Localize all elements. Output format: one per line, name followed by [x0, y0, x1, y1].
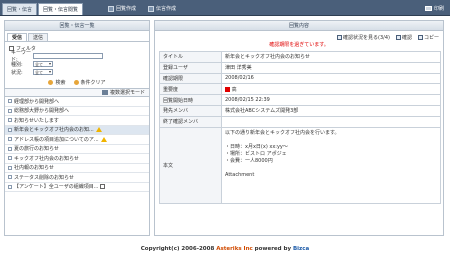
confirm-button[interactable]: 確認	[395, 34, 412, 41]
field-value: 2008/02/15 22:39	[221, 94, 441, 106]
unread-icon	[8, 156, 12, 161]
top-toolbar: 回覧・伝言 回覧・伝言閲覧 回覧作成 伝言作成 印刷	[0, 0, 450, 16]
unread-icon	[8, 146, 12, 151]
view-confirm-status-button[interactable]: 確認状況を見る(3/4)	[337, 34, 390, 41]
list-item[interactable]: お知らせいたします	[5, 116, 149, 126]
search-button[interactable]: 検索	[48, 79, 66, 86]
status-icon	[337, 34, 343, 40]
checkbox-icon	[100, 184, 106, 190]
status-select[interactable]: 全て	[33, 69, 53, 75]
field-value: 株式会社ABCシステムズ開発3部	[221, 104, 441, 117]
clear-icon	[73, 79, 79, 85]
copyright-text: Copyright(c) 2006-2008	[140, 246, 217, 252]
printer-icon	[424, 6, 432, 11]
copy-icon	[417, 34, 423, 40]
detail-panel: 回覧内容 確認状況を見る(3/4) 確認 コピー 確認期限を過ぎています。 タイ…	[154, 20, 444, 236]
body-text: 以下の通り新年会とキックオフ社内会を行います。 ・日時：x月x日(x) xx:y…	[225, 129, 340, 178]
unread-icon	[8, 99, 12, 104]
search-icon	[48, 79, 54, 85]
type-label: 種別:	[11, 61, 23, 68]
check-icon	[395, 34, 401, 40]
unread-icon	[8, 165, 12, 170]
company-link[interactable]: Asteriks Inc	[216, 246, 253, 252]
tab-circular[interactable]: 回覧・伝言	[2, 3, 38, 15]
field-label: 登録ユーザ	[159, 61, 222, 74]
field-label: タイトル	[159, 51, 222, 63]
field-label: 回覧開始日時	[159, 94, 222, 106]
list-panel: 回覧・伝言一覧 受信 送信 フィルタ キーワード: 種別: 全て 状況: 全て …	[4, 20, 150, 236]
priority-value: 高	[221, 83, 441, 96]
overdue-alert: 確認期限を過ぎています。	[269, 42, 329, 48]
powered-by-text: powered by	[252, 246, 293, 252]
list-panel-title: 回覧・伝言一覧	[5, 21, 149, 31]
status-label: 状況:	[11, 69, 23, 76]
list-subtabs: 受信 送信	[5, 33, 149, 42]
unread-icon	[8, 118, 12, 123]
new-document-icon	[108, 5, 114, 12]
field-value: 2008/02/16	[221, 72, 441, 85]
list-item-selected[interactable]: 新年会とキックオフ社内会のお知...	[5, 125, 149, 135]
footer: Copyright(c) 2006-2008 Asteriks Inc powe…	[0, 246, 450, 252]
multi-select-icon	[101, 90, 108, 95]
field-label: 終了確認メンバ	[159, 115, 222, 128]
create-circular-button[interactable]: 回覧作成	[108, 4, 136, 13]
body-cell: 以下の通り新年会とキックオフ社内会を行います。 ・日時：x月x日(x) xx:y…	[221, 126, 441, 204]
tab-inbox[interactable]: 受信	[7, 33, 27, 41]
list-item[interactable]: ステータス削除のお知らせ	[5, 173, 149, 183]
list-item[interactable]: アドレス帳の項目追加についてのア...	[5, 135, 149, 145]
message-list: 経理部から開発部へ 総務部大野から開発部へ お知らせいたします 新年会とキックオ…	[5, 97, 149, 192]
unread-icon	[8, 137, 12, 142]
filter-section: フィルタ キーワード: 種別: 全て 状況: 全て 検索 条件クリア	[5, 42, 149, 86]
keyword-input[interactable]	[33, 53, 103, 59]
new-message-icon	[148, 5, 154, 12]
unread-icon	[8, 127, 12, 132]
list-item[interactable]: 夏の旅行のお知らせ	[5, 145, 149, 154]
list-item[interactable]: キックオフ社内会のお知らせ	[5, 154, 149, 164]
print-button[interactable]: 印刷	[424, 4, 444, 13]
type-select[interactable]: 全て	[33, 61, 53, 67]
list-item[interactable]: 総務部大野から開発部へ	[5, 107, 149, 116]
unread-icon	[8, 108, 12, 113]
main-tabs: 回覧・伝言 回覧・伝言閲覧	[2, 3, 84, 16]
body-label: 本文	[159, 126, 222, 204]
field-value	[221, 115, 441, 128]
tab-sent[interactable]: 送信	[28, 33, 48, 41]
field-label: 確認期限	[159, 72, 222, 85]
warning-icon	[100, 136, 107, 142]
detail-panel-title: 回覧内容	[155, 21, 443, 31]
priority-flag-icon	[225, 86, 230, 92]
create-message-button[interactable]: 伝言作成	[148, 4, 176, 13]
product-link[interactable]: Bizca	[293, 246, 309, 252]
field-value: 津田 洋秀美	[221, 61, 441, 74]
copy-button[interactable]: コピー	[417, 34, 439, 41]
field-label: 発先メンバ	[159, 104, 222, 117]
list-item[interactable]: 社内報のお知らせ	[5, 164, 149, 173]
unread-icon	[8, 184, 12, 189]
tab-circular-view[interactable]: 回覧・伝言閲覧	[38, 3, 84, 15]
clear-conditions-button[interactable]: 条件クリア	[73, 79, 106, 86]
detail-table: タイトル 新年会とキックオフ社内会のお知らせ 登録ユーザ 津田 洋秀美 確認期限 20…	[159, 51, 441, 204]
unread-icon	[8, 175, 12, 180]
field-label: 重要度	[159, 83, 222, 96]
multi-select-toggle[interactable]: 複数選択モード	[5, 88, 149, 97]
detail-actions: 確認状況を見る(3/4) 確認 コピー	[155, 33, 443, 41]
field-value: 新年会とキックオフ社内会のお知らせ	[221, 51, 441, 63]
list-item[interactable]: 経理部から開発部へ	[5, 97, 149, 107]
warning-icon	[95, 127, 102, 133]
list-item[interactable]: 【アンケート】全ユーザの組織項目...	[5, 183, 149, 192]
